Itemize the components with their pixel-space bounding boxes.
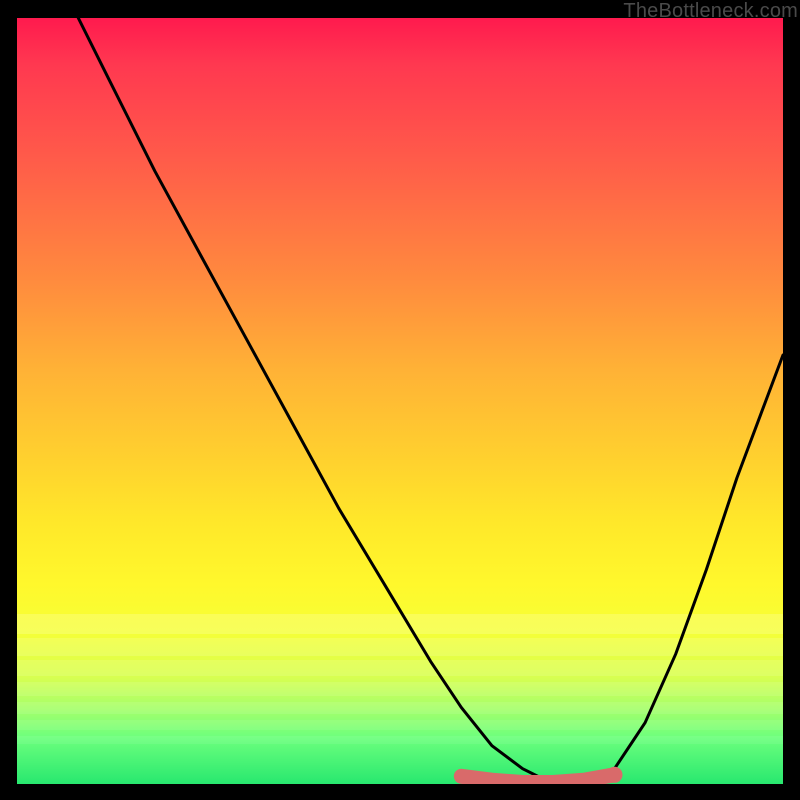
curve-path bbox=[78, 18, 783, 784]
chart-area bbox=[17, 18, 783, 784]
chart-svg bbox=[17, 18, 783, 784]
highlight-end-dot bbox=[607, 767, 623, 783]
highlight-path bbox=[461, 775, 614, 783]
